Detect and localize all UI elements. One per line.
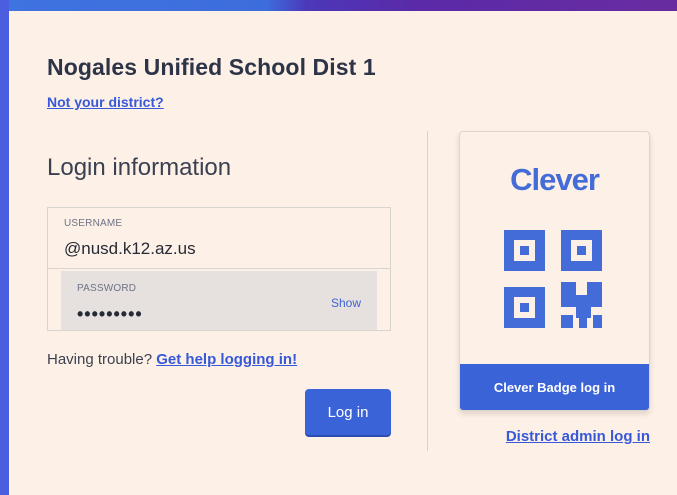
district-admin-login-link[interactable]: District admin log in <box>459 428 650 445</box>
district-title: Nogales Unified School Dist 1 <box>47 54 376 80</box>
log-in-button[interactable]: Log in <box>305 389 391 435</box>
password-field[interactable]: PASSWORD ••••••••• Show <box>47 269 391 331</box>
password-input-area[interactable]: PASSWORD ••••••••• Show <box>61 271 377 330</box>
clever-badge-login-button[interactable]: Clever Badge log in <box>460 364 649 410</box>
get-help-link[interactable]: Get help logging in! <box>156 351 297 368</box>
clever-badge-card: Clever Clever Badge log in <box>459 131 650 411</box>
not-your-district-link[interactable]: Not your district? <box>47 94 164 110</box>
show-password-button[interactable]: Show <box>331 296 361 310</box>
username-label: USERNAME <box>64 218 123 229</box>
username-field[interactable]: USERNAME @nusd.k12.az.us <box>47 207 391 269</box>
vertical-divider <box>427 131 428 451</box>
clever-logo: Clever <box>510 162 600 197</box>
qr-code-icon <box>501 227 607 338</box>
login-page: Nogales Unified School Dist 1 Not your d… <box>0 0 677 495</box>
trouble-row: Having trouble? Get help logging in! <box>47 351 297 368</box>
login-heading: Login information <box>47 154 232 181</box>
username-value[interactable]: @nusd.k12.az.us <box>64 239 196 259</box>
password-label: PASSWORD <box>77 283 137 294</box>
password-value[interactable]: ••••••••• <box>77 304 143 325</box>
trouble-text: Having trouble? <box>47 351 153 368</box>
top-gradient-bar <box>9 0 677 11</box>
